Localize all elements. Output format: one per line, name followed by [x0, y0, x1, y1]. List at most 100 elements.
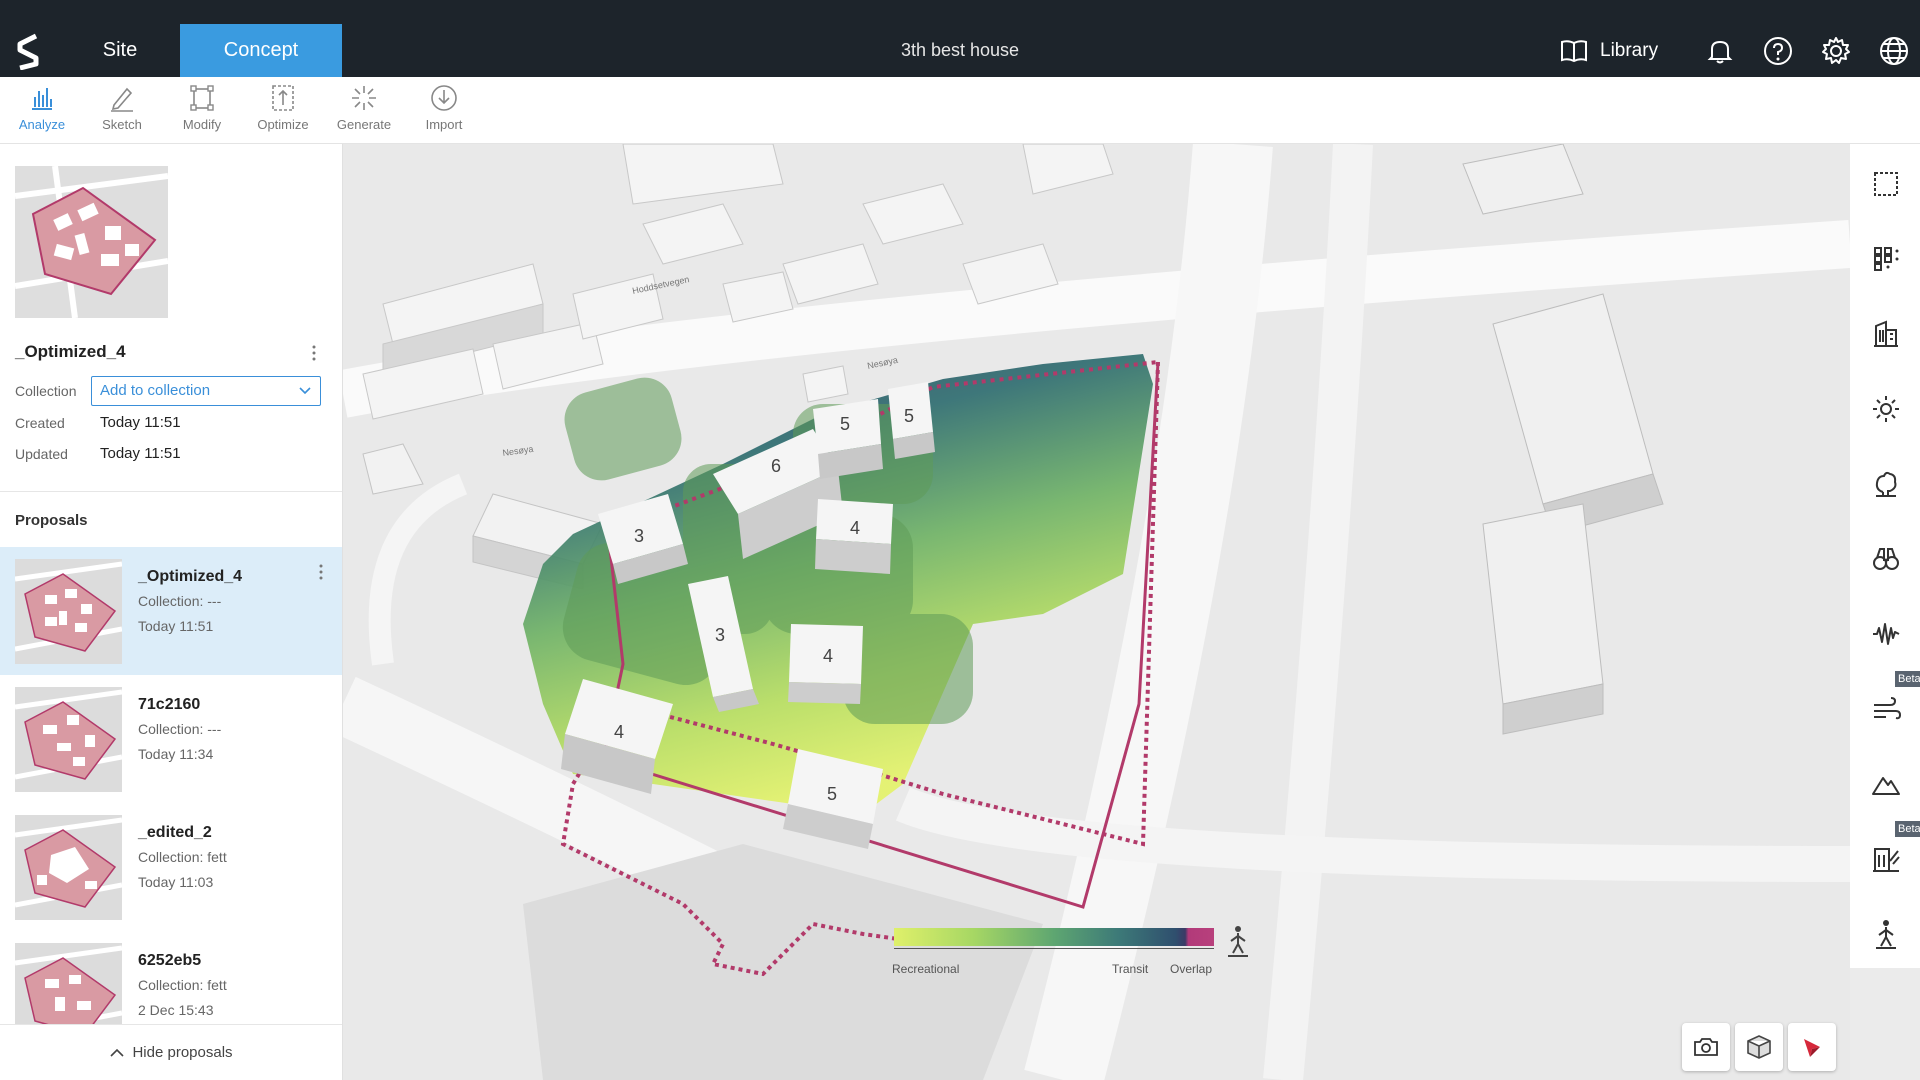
tool-label: Analyze [18, 117, 66, 132]
generate-icon [352, 86, 376, 110]
created-label: Created [15, 415, 65, 431]
proposal-thumbnail-large [15, 166, 168, 318]
analysis-toolbar [1850, 144, 1920, 968]
more-options-icon[interactable] [311, 344, 317, 362]
building-floors-label: 4 [614, 722, 624, 742]
updated-label: Updated [15, 446, 68, 462]
tool-bar: Analyze Sketch Modify Optimize Generate [0, 77, 1920, 144]
building-floors-label: 3 [715, 625, 725, 645]
panel-divider [0, 491, 342, 492]
proposal-list-item[interactable]: _Optimized_4 Collection: --- Today 11:51 [0, 547, 342, 675]
modify-icon [190, 85, 214, 111]
tool-label: Optimize [257, 117, 309, 132]
proposal-thumbnail [15, 687, 122, 792]
notification-bell-icon[interactable] [1704, 35, 1736, 67]
compass-north-icon [1804, 1039, 1820, 1057]
proposal-list-item[interactable]: 71c2160 Collection: --- Today 11:34 [0, 675, 342, 803]
building-floors-label: 5 [904, 406, 914, 426]
tree-icon[interactable] [1870, 468, 1902, 500]
proposal-collection: Collection: fett [138, 977, 227, 993]
proposal-time: Today 11:34 [138, 746, 214, 762]
updated-value: Today 11:51 [100, 445, 181, 462]
tool-sketch[interactable]: Sketch [86, 83, 158, 141]
proposal-collection: Collection: --- [138, 721, 222, 737]
tool-label: Import [425, 117, 463, 132]
wind-icon[interactable] [1870, 693, 1902, 725]
legend-axis [894, 948, 1214, 954]
proposal-time: Today 11:51 [138, 618, 214, 634]
optimize-icon [272, 85, 294, 111]
proposal-thumbnail [15, 559, 122, 664]
building-icon[interactable] [1870, 318, 1902, 350]
tool-label: Modify [182, 117, 222, 132]
hide-proposals-button[interactable]: Hide proposals [0, 1024, 342, 1080]
proposal-name: _edited_2 [138, 824, 212, 841]
building-floors-label: 6 [771, 456, 781, 476]
proposal-time: 2 Dec 15:43 [138, 1002, 214, 1018]
app-logo-icon[interactable] [14, 32, 42, 70]
legend-label-transit: Transit [1112, 962, 1149, 976]
grid-icon[interactable] [1870, 243, 1902, 275]
pedestrian-icon [1228, 926, 1248, 957]
proposals-heading: Proposals [15, 512, 88, 529]
tool-import[interactable]: Import [408, 83, 480, 141]
globe-icon[interactable] [1878, 35, 1910, 67]
screenshot-button[interactable] [1682, 1023, 1730, 1071]
tab-site[interactable]: Site [60, 24, 180, 77]
hide-proposals-label: Hide proposals [132, 1044, 233, 1061]
tool-label: Sketch [102, 117, 142, 132]
proposal-name: _Optimized_4 [138, 568, 243, 585]
sun-icon[interactable] [1870, 393, 1902, 425]
settings-gear-icon[interactable] [1820, 35, 1852, 67]
compass-button[interactable] [1788, 1023, 1836, 1071]
current-proposal-name: _Optimized_4 [15, 342, 126, 361]
library-button[interactable]: Library [1560, 24, 1658, 77]
legend-label-overlap: Overlap [1170, 962, 1213, 976]
collection-label: Collection [15, 383, 77, 399]
collection-dropdown[interactable]: Add to collection [91, 376, 321, 406]
proposal-panel: _Optimized_4 Collection Add to collectio… [0, 144, 343, 1080]
created-value: Today 11:51 [100, 414, 181, 431]
view-binoculars-icon[interactable] [1870, 543, 1902, 575]
more-options-icon[interactable] [318, 563, 324, 581]
collection-dropdown-value: Add to collection [100, 382, 211, 399]
proposal-name: 71c2160 [138, 696, 201, 713]
beta-badge: Beta [1895, 671, 1920, 687]
tool-label: Generate [336, 117, 392, 132]
noise-wave-icon[interactable] [1870, 618, 1902, 650]
proposal-list-item[interactable]: _edited_2 Collection: fett Today 11:03 [0, 803, 342, 931]
analyze-icon [32, 88, 52, 110]
tool-optimize[interactable]: Optimize [247, 83, 319, 141]
select-rectangle-icon[interactable] [1870, 168, 1902, 200]
camera-icon [1694, 1038, 1718, 1056]
building-floors-label: 3 [634, 526, 644, 546]
proposal-collection: Collection: --- [138, 593, 222, 609]
tool-analyze[interactable]: Analyze [6, 83, 78, 141]
tab-concept[interactable]: Concept [180, 24, 342, 77]
beta-badge: Beta [1895, 821, 1920, 837]
chevron-down-icon [299, 387, 311, 395]
3d-view-button[interactable] [1735, 1023, 1783, 1071]
building-floors-label: 5 [840, 414, 850, 434]
heatmap-legend: Recreational Transit Overlap [892, 926, 1252, 978]
terrain-icon[interactable] [1870, 768, 1902, 800]
legend-gradient-bar [894, 928, 1214, 946]
proposal-name: 6252eb5 [138, 952, 202, 969]
book-icon [1561, 39, 1587, 62]
proposal-thumbnail [15, 815, 122, 920]
library-label: Library [1600, 39, 1659, 61]
window-top-strip [0, 0, 1920, 24]
top-navigation-bar: Site Concept 3th best house Library [0, 24, 1920, 77]
project-title: 3th best house [900, 40, 1020, 60]
pedestrian-icon[interactable] [1870, 918, 1902, 950]
sketch-icon [111, 87, 133, 112]
daylight-icon[interactable] [1870, 843, 1902, 875]
import-icon [431, 85, 457, 111]
proposal-collection: Collection: fett [138, 849, 227, 865]
help-icon[interactable] [1762, 35, 1794, 67]
tool-modify[interactable]: Modify [166, 83, 238, 141]
building-floors-label: 4 [850, 518, 860, 538]
tool-generate[interactable]: Generate [328, 83, 400, 141]
building-floors-label: 5 [827, 784, 837, 804]
building-floors-label: 4 [823, 646, 833, 666]
